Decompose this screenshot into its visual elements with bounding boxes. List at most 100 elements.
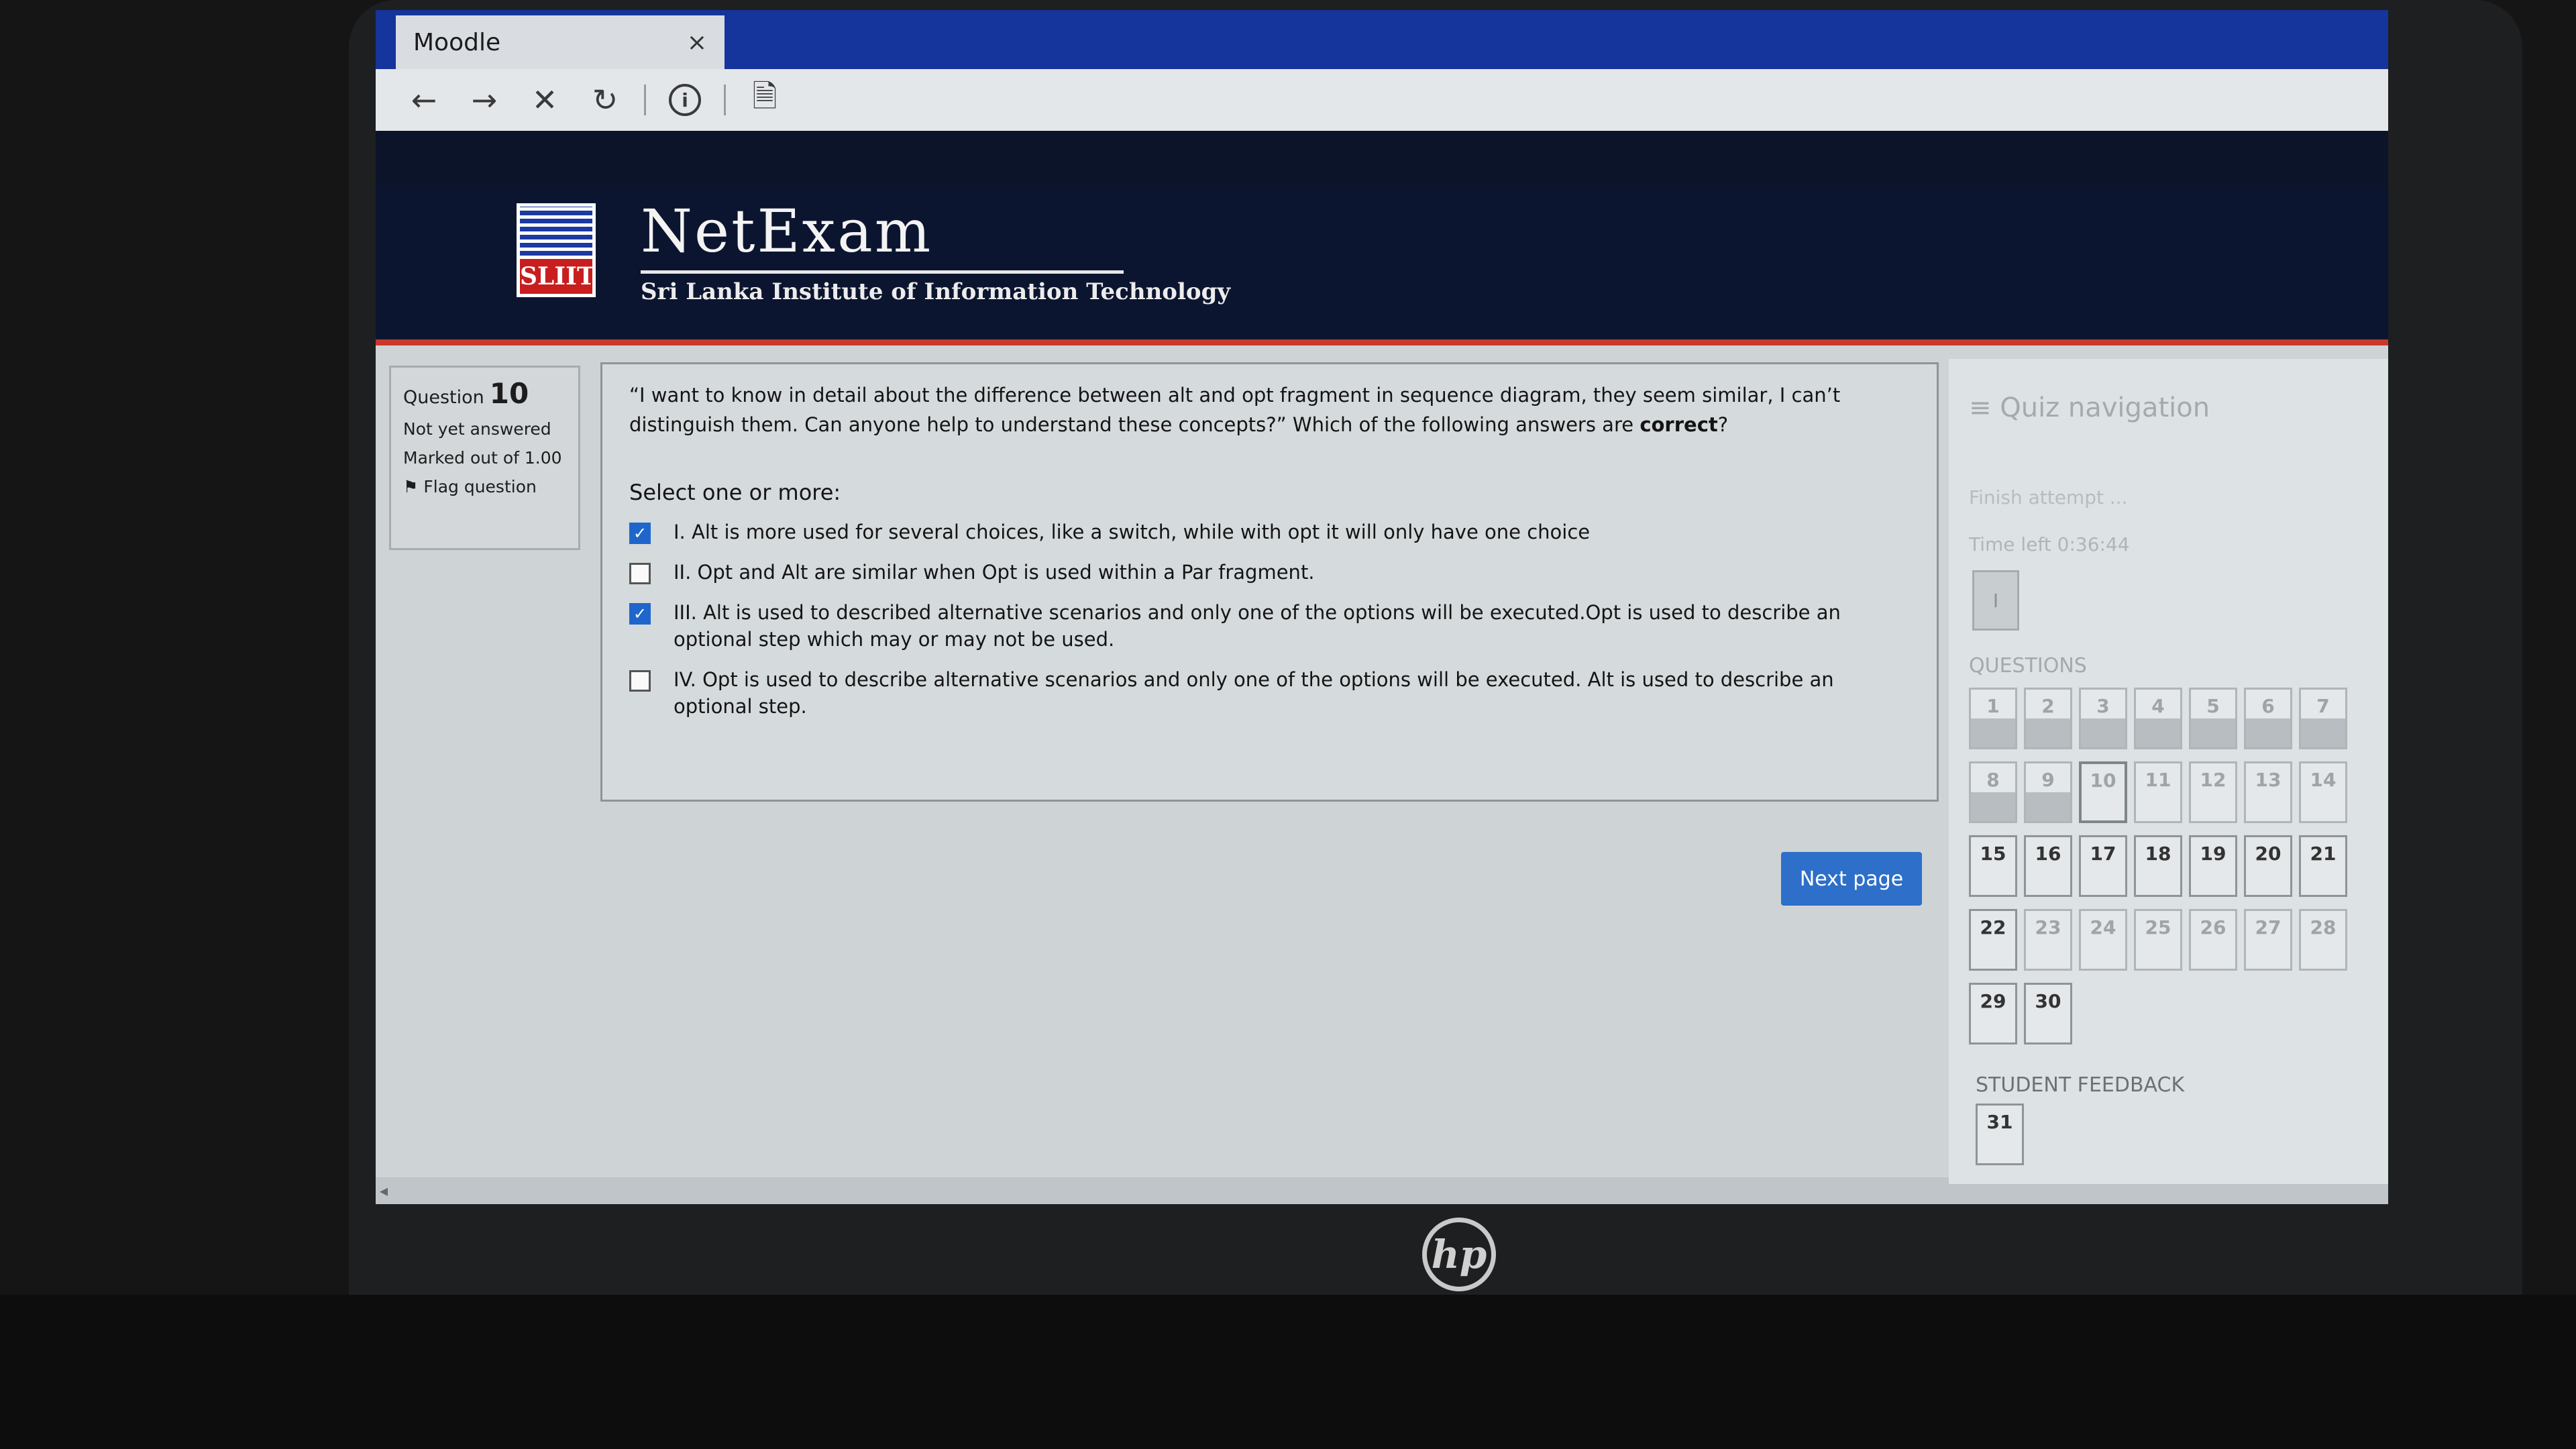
user-picture: I (1972, 570, 2019, 631)
brand-name: NetExam (641, 197, 933, 266)
question-nav-number: 13 (2255, 769, 2282, 791)
answer-label: III. Alt is used to described alternativ… (674, 601, 1841, 651)
stop-icon[interactable]: ✕ (523, 78, 566, 121)
quiz-nav-title: ≡ Quiz navigation (1969, 392, 2210, 423)
question-nav-button[interactable]: 27 (2244, 909, 2292, 971)
question-marks: Marked out of 1.00 (403, 448, 562, 468)
question-text-emphasis: correct (1640, 413, 1718, 436)
question-nav-button[interactable]: 8 (1969, 761, 2017, 823)
logo-crest-pattern (520, 207, 592, 259)
question-nav-number: 9 (2041, 769, 2055, 791)
answer-option[interactable]: ✓ I. Alt is more used for several choices… (629, 519, 1910, 545)
question-nav-button[interactable]: 7 (2299, 688, 2347, 749)
question-nav-button[interactable]: 23 (2024, 909, 2072, 971)
answer-option[interactable]: ✓ III. Alt is used to described alternati… (629, 599, 1910, 653)
question-nav-button[interactable]: 17 (2079, 835, 2127, 897)
question-nav-number: 8 (1986, 769, 2000, 791)
question-nav-button[interactable]: 10 (2079, 761, 2127, 823)
question-nav-button[interactable]: 25 (2134, 909, 2182, 971)
browser-tab[interactable]: Moodle × (396, 15, 724, 69)
question-nav-button[interactable]: 21 (2299, 835, 2347, 897)
question-text-end: ? (1717, 413, 1729, 436)
reload-icon[interactable]: ↻ (584, 78, 627, 121)
close-icon[interactable]: × (687, 29, 707, 56)
question-nav-button[interactable]: 18 (2134, 835, 2182, 897)
question-nav-number: 3 (2096, 695, 2110, 717)
logo-text: SLIIT (520, 259, 595, 294)
question-nav-number: 16 (2035, 843, 2061, 865)
question-nav-button[interactable]: 19 (2189, 835, 2237, 897)
question-nav-number: 29 (1980, 990, 2006, 1012)
question-nav-number: 11 (2145, 769, 2171, 791)
question-nav-button[interactable]: 24 (2079, 909, 2127, 971)
quiz-navigation-panel: ≡ Quiz navigation Finish attempt ... Tim… (1949, 359, 2388, 1184)
question-nav-number: 5 (2206, 695, 2220, 717)
question-nav-button[interactable]: 4 (2134, 688, 2182, 749)
question-nav-number: 7 (2316, 695, 2330, 717)
flag-icon: ⚑ (403, 477, 419, 496)
question-nav-button[interactable]: 29 (1969, 983, 2017, 1044)
question-nav-button[interactable]: 6 (2244, 688, 2292, 749)
info-icon[interactable]: i (663, 78, 706, 121)
question-number: Question 10 (403, 377, 566, 410)
question-nav-button[interactable]: 20 (2244, 835, 2292, 897)
time-left: Time left 0:36:44 (1969, 533, 2130, 555)
question-nav-number: 17 (2090, 843, 2116, 865)
answer-option[interactable]: IV. Opt is used to describe alternative … (629, 666, 1910, 720)
screen: Moodle × ← → ✕ ↻ i 🗎 SLIIT NetExam Sri L… (376, 10, 2388, 1204)
question-text: “I want to know in detail about the diff… (629, 380, 1910, 439)
answer-checkbox[interactable]: ✓ (629, 603, 651, 625)
question-nav-button[interactable]: 26 (2189, 909, 2237, 971)
browser-tab-strip: Moodle × (376, 10, 2388, 69)
feedback-question-number: 31 (1986, 1111, 2013, 1133)
question-nav-button[interactable]: 14 (2299, 761, 2347, 823)
question-nav-button[interactable]: 3 (2079, 688, 2127, 749)
question-nav-number: 20 (2255, 843, 2282, 865)
question-nav-button[interactable]: 13 (2244, 761, 2292, 823)
browser-tab-title: Moodle (413, 28, 501, 56)
question-nav-button[interactable]: 28 (2299, 909, 2347, 971)
question-nav-number: 21 (2310, 843, 2337, 865)
question-nav-number: 23 (2035, 916, 2061, 938)
answer-label: II. Opt and Alt are similar when Opt is … (674, 561, 1315, 584)
answer-checkbox[interactable] (629, 563, 651, 584)
question-nav-button[interactable]: 22 (1969, 909, 2017, 971)
question-nav-number: 12 (2200, 769, 2226, 791)
question-nav-button[interactable]: 16 (2024, 835, 2072, 897)
forward-arrow-icon[interactable]: → (463, 78, 506, 121)
question-nav-button[interactable]: 2 (2024, 688, 2072, 749)
question-nav-number: 25 (2145, 916, 2171, 938)
answer-label: I. Alt is more used for several choices,… (674, 521, 1591, 543)
feedback-question-button[interactable]: 31 (1976, 1104, 2024, 1165)
flag-question-label: Flag question (423, 477, 537, 496)
question-nav-button[interactable]: 9 (2024, 761, 2072, 823)
scroll-left-icon[interactable]: ◂ (380, 1181, 388, 1200)
page-icon[interactable]: 🗎 (743, 78, 786, 121)
question-nav-number: 27 (2255, 916, 2282, 938)
question-status: Not yet answered (403, 419, 551, 439)
brand-divider (641, 270, 1124, 274)
flag-question-link[interactable]: ⚑ Flag question (403, 477, 566, 496)
question-nav-number: 18 (2145, 843, 2171, 865)
info-glyph: i (669, 84, 701, 116)
next-page-button[interactable]: Next page (1781, 852, 1922, 906)
question-nav-button[interactable]: 30 (2024, 983, 2072, 1044)
question-nav-button[interactable]: 5 (2189, 688, 2237, 749)
question-number-value: 10 (489, 377, 529, 410)
question-nav-button[interactable]: 1 (1969, 688, 2017, 749)
back-arrow-icon[interactable]: ← (402, 78, 445, 121)
finish-attempt-link[interactable]: Finish attempt ... (1969, 486, 2128, 508)
feedback-heading: STUDENT FEEDBACK (1976, 1073, 2185, 1097)
brand-subtitle: Sri Lanka Institute of Information Techn… (641, 278, 1231, 305)
answer-option[interactable]: II. Opt and Alt are similar when Opt is … (629, 559, 1910, 586)
browser-nav-bar: ← → ✕ ↻ i 🗎 (376, 69, 2388, 131)
question-nav-number: 22 (1980, 916, 2006, 938)
sliit-logo[interactable]: SLIIT (517, 203, 596, 297)
answer-checkbox[interactable]: ✓ (629, 523, 651, 544)
question-nav-button[interactable]: 15 (1969, 835, 2017, 897)
answer-checkbox[interactable] (629, 670, 651, 692)
question-nav-button[interactable]: 12 (2189, 761, 2237, 823)
question-nav-button[interactable]: 11 (2134, 761, 2182, 823)
nav-separator (724, 85, 726, 115)
question-nav-number: 10 (2090, 769, 2116, 792)
